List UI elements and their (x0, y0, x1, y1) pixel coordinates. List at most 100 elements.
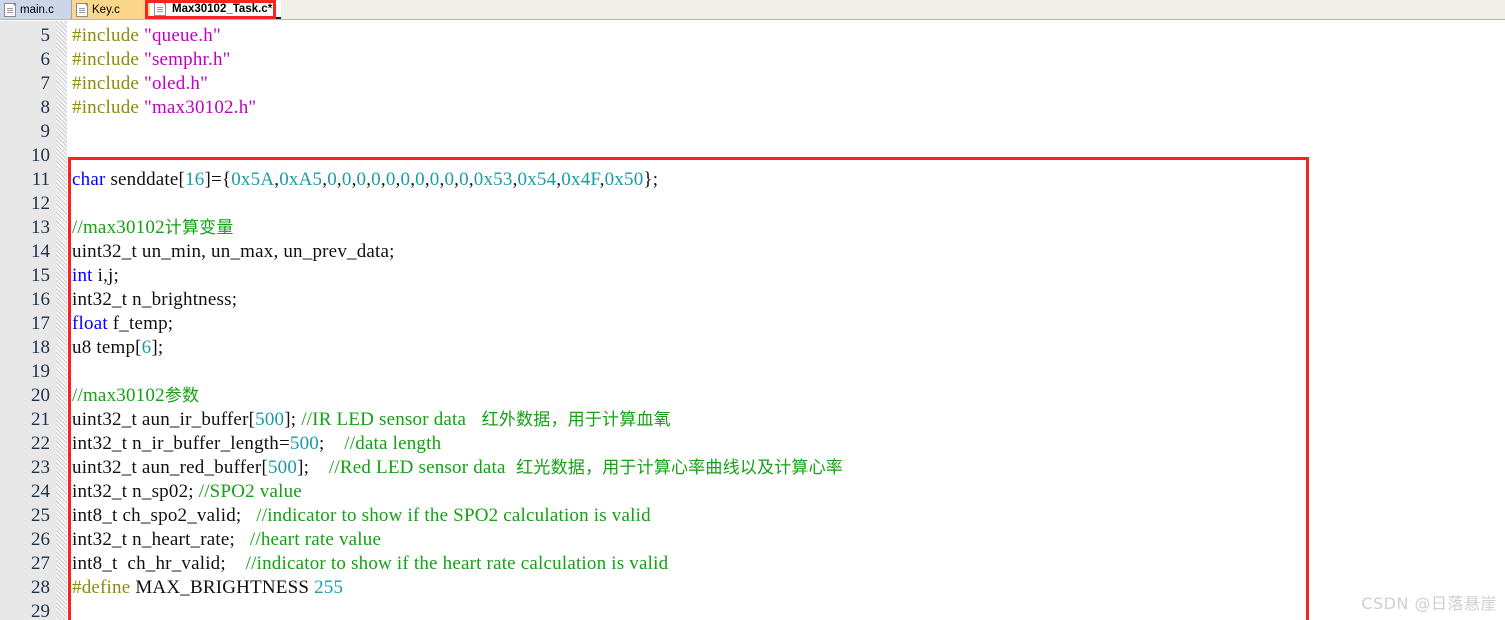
code-token-cmt: //indicator to show if the heart rate ca… (245, 553, 669, 574)
code-token-plain: i,j; (92, 265, 120, 286)
c-file-icon (4, 2, 16, 17)
line-number: 21 (31, 409, 50, 430)
line-number: 7 (40, 73, 51, 94)
code-token-num: 6 (141, 337, 152, 358)
code-token-plain: ]={ (204, 169, 232, 190)
code-token-num: 0 (415, 169, 425, 190)
line-number: 9 (40, 121, 51, 142)
code-token-num: 0 (371, 169, 381, 190)
code-line[interactable]: uint32_t aun_red_buffer[500]; //Red LED … (72, 456, 843, 480)
code-token-num: 0x4F (561, 169, 600, 190)
code-line[interactable]: #include "queue.h" (72, 24, 221, 48)
code-token-num: 0 (444, 169, 455, 190)
line-number: 27 (31, 553, 50, 574)
code-token-pre: #include (72, 49, 144, 70)
tab-max30102-task-c[interactable]: Max30102_Task.c* (150, 0, 281, 19)
line-number: 26 (31, 529, 50, 550)
line-number: 17 (31, 313, 50, 334)
code-token-pre: #define (72, 577, 131, 598)
code-token-str: "queue.h" (143, 25, 221, 46)
code-line[interactable]: //max30102计算变量 (72, 216, 234, 240)
code-token-num: 0xA5 (279, 169, 323, 190)
code-line[interactable]: int32_t n_heart_rate; //heart rate value (72, 528, 381, 552)
code-token-plain: u8 temp[ (72, 337, 142, 358)
code-line[interactable]: uint32_t un_min, un_max, un_prev_data; (72, 240, 395, 264)
code-line[interactable]: #include "semphr.h" (72, 48, 231, 72)
code-line[interactable]: int32_t n_sp02; //SPO2 value (72, 480, 302, 504)
code-line[interactable]: //max30102参数 (72, 384, 199, 408)
code-token-cmt: //data length (344, 433, 442, 454)
code-token-num: 0x54 (517, 169, 557, 190)
line-number: 23 (31, 457, 50, 478)
code-token-num: 0x5A (231, 169, 275, 190)
code-token-cmt: //SPO2 value (198, 481, 302, 502)
code-line[interactable]: char senddate[16]={0x5A,0xA5,0,0,0,0,0,0… (72, 168, 658, 192)
code-token-plain: MAX_BRIGHTNESS (130, 577, 315, 598)
line-number: 22 (31, 433, 50, 454)
editor-tab-bar: main.c Key.c Max30102_Task.c* (0, 0, 1505, 20)
code-token-num: 500 (267, 457, 298, 478)
c-file-icon (76, 2, 88, 17)
code-token-kw: float (72, 313, 108, 334)
code-line[interactable]: #include "oled.h" (72, 72, 208, 96)
code-token-plain: uint32_t aun_ir_buffer[ (72, 409, 256, 430)
line-number: 20 (31, 385, 50, 406)
code-token-plain: f_temp; (107, 313, 174, 334)
code-token-kw: char (72, 169, 106, 190)
code-editor[interactable]: 5 6 7 8 9 10 11 12 13 14 15 16 17 18 19 20 21 22 23 24 25 26 2… (0, 21, 1505, 620)
code-token-plain: int8_t ch_hr_valid; (72, 553, 246, 574)
code-token-cmt: //Red LED sensor data (328, 457, 511, 478)
line-number: 15 (31, 265, 50, 286)
code-line[interactable]: uint32_t aun_ir_buffer[500]; //IR LED se… (72, 408, 671, 432)
code-line[interactable]: #define MAX_BRIGHTNESS 255 (72, 576, 343, 600)
code-token-num: 0x53 (473, 169, 513, 190)
line-number: 13 (31, 217, 50, 238)
code-token-cmt-cn: 红外数据，用于计算血氧 (476, 410, 671, 430)
line-number: 29 (31, 601, 50, 620)
code-line[interactable]: #include "max30102.h" (72, 96, 256, 120)
code-token-num: 0x50 (604, 169, 644, 190)
code-line[interactable]: int32_t n_brightness; (72, 288, 237, 312)
code-token-num: 16 (185, 169, 205, 190)
line-number: 28 (31, 577, 50, 598)
code-token-pre: #include (72, 73, 144, 94)
code-token-kw: int (72, 265, 93, 286)
code-text-area[interactable]: #include "queue.h" #include "semphr.h" #in… (67, 21, 1505, 620)
line-number: 14 (31, 241, 50, 262)
code-line[interactable]: int8_t ch_hr_valid; //indicator to show … (72, 552, 668, 576)
code-token-cmt-cn: 参数 (164, 386, 200, 406)
tab-label: main.c (20, 3, 54, 16)
code-token-plain: int32_t n_sp02; (72, 481, 199, 502)
code-token-cmt: //IR LED sensor data (301, 409, 477, 430)
code-line[interactable]: int8_t ch_spo2_valid; //indicator to sho… (72, 504, 651, 528)
code-token-num: 0 (459, 169, 469, 190)
line-number-gutter: 5 6 7 8 9 10 11 12 13 14 15 16 17 18 19 20 21 22 23 24 25 26 2… (0, 21, 56, 620)
code-line[interactable]: int32_t n_ir_buffer_length=500; //data l… (72, 432, 441, 456)
line-number: 10 (31, 145, 50, 166)
code-token-cmt: //max30102 (72, 217, 165, 238)
code-token-num: 500 (255, 409, 285, 430)
code-token-num: 500 (289, 433, 319, 454)
tab-main-c[interactable]: main.c (0, 0, 72, 19)
tab-label: Key.c (92, 3, 120, 16)
c-file-icon (154, 1, 166, 16)
code-token-str: "semphr.h" (143, 49, 231, 70)
code-token-cmt-cn: 红光数据，用于计算心率曲线以及计算心率 (510, 458, 844, 478)
tab-key-c[interactable]: Key.c (72, 0, 157, 19)
line-number: 5 (40, 25, 51, 46)
line-number: 24 (31, 481, 50, 502)
code-token-num: 0 (341, 169, 352, 190)
line-number: 19 (31, 361, 50, 382)
csdn-watermark: CSDN @日落悬崖 (1361, 594, 1497, 613)
code-line[interactable]: u8 temp[6]; (72, 336, 163, 360)
code-line[interactable]: float f_temp; (72, 312, 173, 336)
code-token-num: 0 (400, 169, 411, 190)
code-line[interactable]: int i,j; (72, 264, 119, 288)
code-token-num: 0 (385, 169, 396, 190)
line-number: 11 (31, 169, 50, 190)
code-token-cmt-cn: 计算变量 (164, 218, 234, 238)
line-number: 18 (31, 337, 50, 358)
code-token-num: 255 (314, 577, 344, 598)
line-number: 12 (31, 193, 50, 214)
code-token-plain: ; (318, 433, 345, 454)
